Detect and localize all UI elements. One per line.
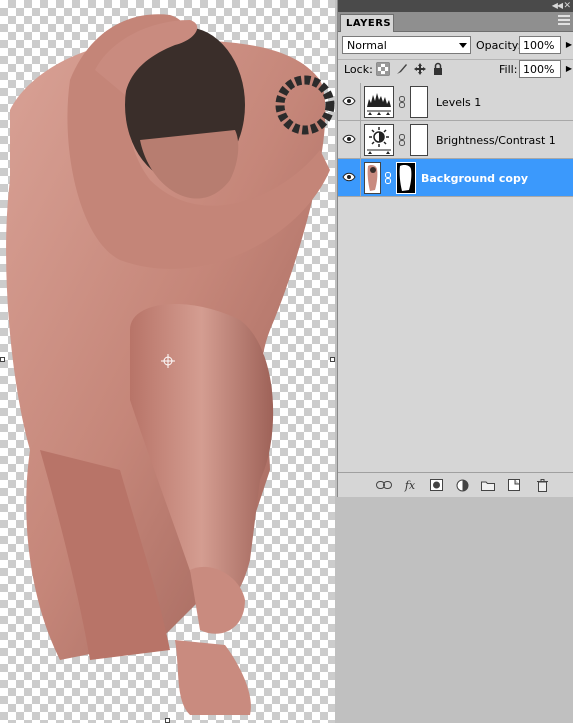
- levels-histogram-icon[interactable]: [364, 86, 394, 118]
- divider: [360, 83, 361, 121]
- layer-row-background-copy[interactable]: Background copy: [338, 159, 573, 197]
- new-layer-icon[interactable]: [506, 478, 522, 492]
- double-chevron-left-icon[interactable]: ◀◀: [552, 1, 563, 11]
- opacity-label: Opacity:: [476, 39, 522, 52]
- close-x-icon[interactable]: ✕: [563, 1, 571, 11]
- layer-mask-thumbnail[interactable]: [410, 124, 428, 156]
- lock-label: Lock:: [344, 63, 373, 76]
- tab-layers[interactable]: LAYERS: [340, 14, 394, 32]
- chevron-right-icon[interactable]: ▶: [566, 64, 572, 73]
- layer-row-levels[interactable]: Levels 1: [338, 83, 573, 121]
- lock-pixels-brush-icon[interactable]: [395, 62, 409, 76]
- brightness-sun-icon[interactable]: [364, 124, 394, 156]
- layers-panel: ◀◀ ✕ LAYERS Normal Opacity: 100% ▶ Lock:…: [337, 0, 573, 497]
- transform-handle-left[interactable]: [0, 357, 5, 362]
- opacity-value: 100%: [523, 39, 555, 52]
- divider: [360, 121, 361, 159]
- fill-value: 100%: [523, 63, 555, 76]
- opacity-input[interactable]: 100% ▶: [519, 36, 572, 54]
- folder-group-icon[interactable]: [480, 478, 496, 492]
- panel-tab-bar: LAYERS: [338, 12, 573, 32]
- link-chain-icon[interactable]: [385, 172, 391, 184]
- layer-name[interactable]: Levels 1: [436, 96, 481, 109]
- panel-bottom-toolbar: fx: [338, 472, 573, 497]
- link-layers-icon[interactable]: [376, 478, 392, 492]
- lock-position-move-icon[interactable]: [413, 62, 427, 76]
- adjustment-layer-icon[interactable]: [454, 478, 470, 492]
- layer-name[interactable]: Brightness/Contrast 1: [436, 134, 556, 147]
- lock-all-padlock-icon[interactable]: [431, 62, 445, 76]
- eye-visibility-icon[interactable]: [340, 168, 358, 186]
- layer-row-brightness-contrast[interactable]: Brightness/Contrast 1: [338, 121, 573, 159]
- blend-mode-value: Normal: [347, 39, 387, 52]
- image-thumbnail[interactable]: [364, 162, 381, 194]
- panel-menu-icon[interactable]: [558, 15, 570, 27]
- chevron-down-icon: [459, 43, 467, 48]
- link-chain-icon[interactable]: [399, 134, 405, 146]
- lock-transparency-icon[interactable]: [376, 62, 390, 76]
- chevron-right-icon[interactable]: ▶: [566, 40, 572, 49]
- figure-image: [6, 14, 335, 715]
- link-chain-icon[interactable]: [399, 96, 405, 108]
- fx-layer-style-icon[interactable]: fx: [402, 478, 418, 492]
- photoshop-workspace: ◀◀ ✕ LAYERS Normal Opacity: 100% ▶ Lock:…: [0, 0, 573, 723]
- layer-mask-thumbnail[interactable]: [396, 162, 416, 194]
- panel-title-strip: ◀◀ ✕: [338, 0, 573, 12]
- fill-input[interactable]: 100% ▶: [519, 60, 572, 78]
- tab-layers-label: LAYERS: [346, 18, 392, 29]
- document-canvas[interactable]: [0, 0, 335, 723]
- eye-visibility-icon[interactable]: [340, 130, 358, 148]
- add-mask-icon[interactable]: [428, 478, 444, 492]
- lock-options-row: Lock: Fill: 100% ▶: [338, 57, 573, 84]
- transform-handle-bottom[interactable]: [165, 718, 170, 723]
- layer-name[interactable]: Background copy: [421, 172, 528, 185]
- blend-mode-select[interactable]: Normal: [342, 36, 471, 54]
- layer-list: Levels 1 Brightness/Contrast 1 Backgroun…: [338, 83, 573, 197]
- trash-delete-icon[interactable]: [534, 478, 550, 492]
- blend-options-row: Normal Opacity: 100% ▶: [338, 33, 573, 60]
- eye-visibility-icon[interactable]: [340, 92, 358, 110]
- layer-mask-thumbnail[interactable]: [410, 86, 428, 118]
- divider: [360, 159, 361, 197]
- fill-label: Fill:: [499, 63, 518, 76]
